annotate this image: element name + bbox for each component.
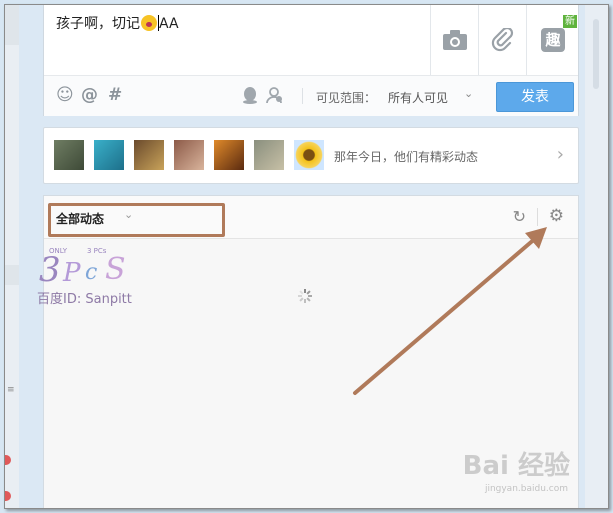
svg-text:P: P bbox=[62, 258, 81, 288]
watermark-id: 百度ID: Sanpitt bbox=[37, 292, 132, 307]
app-frame: ≡ 孩子啊，切记 AA 趣 新 ☺ @ # 可见范围： 所有人可见 ⌄ 发表 那… bbox=[4, 4, 609, 509]
svg-text:ONLY: ONLY bbox=[49, 247, 68, 255]
baidu-watermark: Bai 经验 bbox=[462, 451, 570, 481]
svg-text:3: 3 bbox=[39, 250, 61, 289]
watermark-logo: 3 P c S ONLY 3 PCs bbox=[39, 247, 126, 289]
baidu-watermark-url: jingyan.baidu.com bbox=[484, 484, 568, 494]
svg-text:c: c bbox=[85, 260, 97, 285]
svg-text:S: S bbox=[105, 252, 126, 287]
svg-text:3 PCs: 3 PCs bbox=[87, 247, 107, 255]
